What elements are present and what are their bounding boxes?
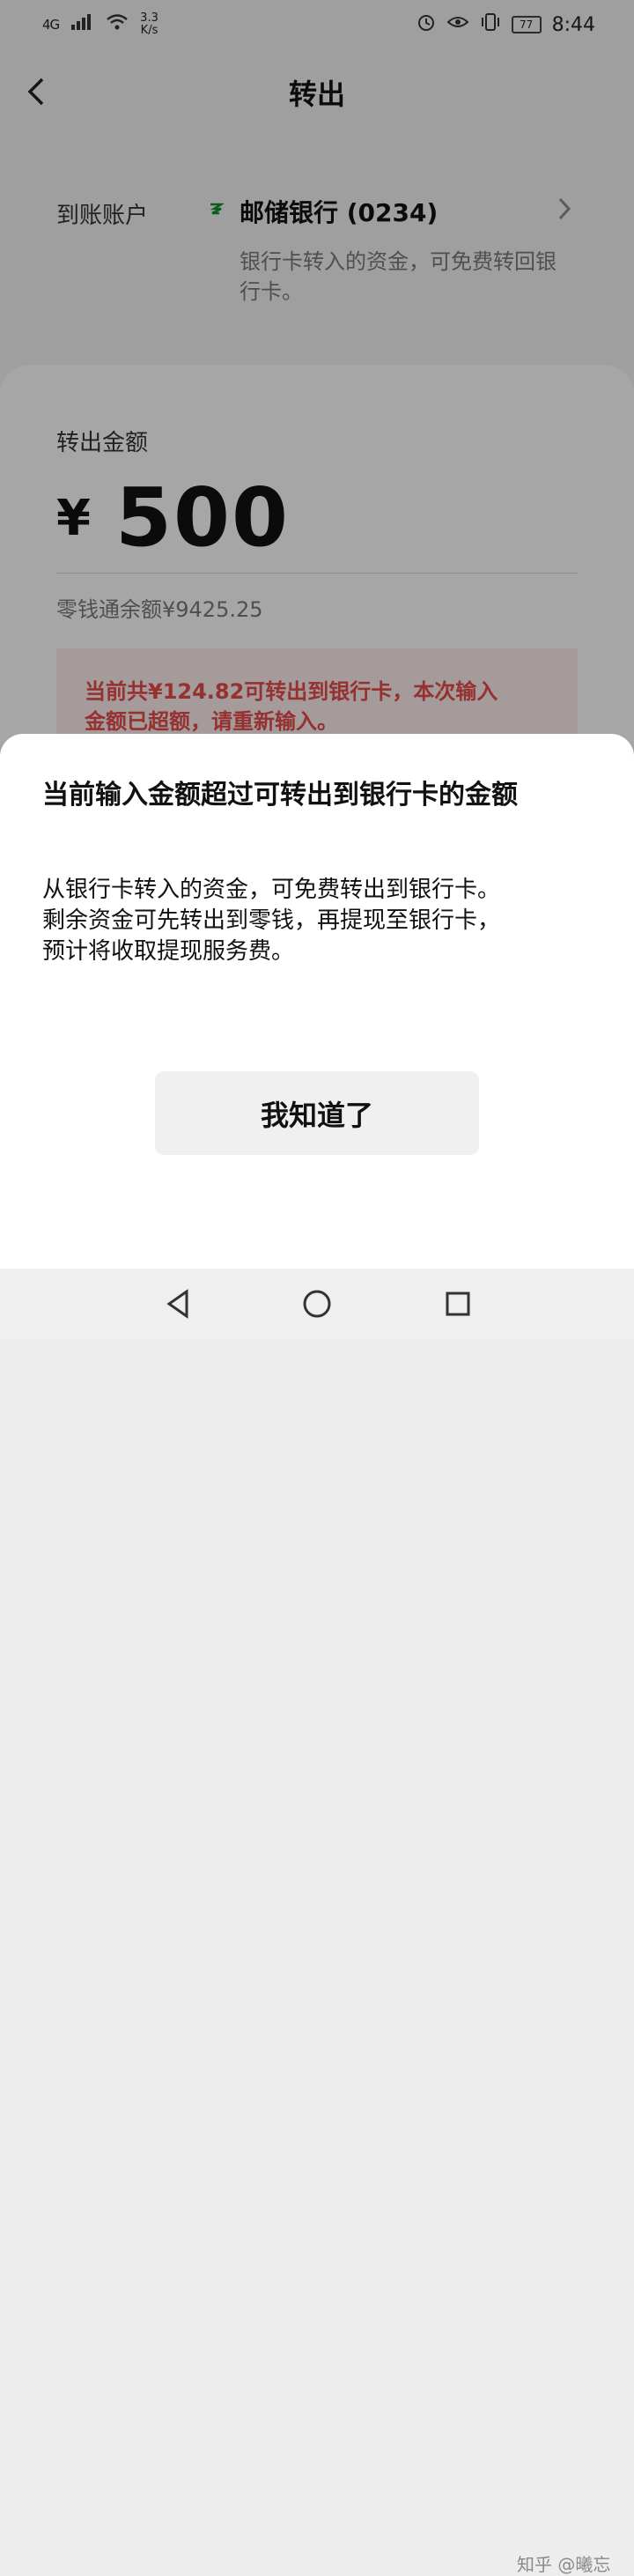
nav-recent-icon[interactable] <box>439 1284 477 1323</box>
nav-home-icon[interactable] <box>298 1284 336 1323</box>
watermark: 知乎 @曦忘 <box>517 2554 611 2575</box>
alert-dialog: 当前输入金额超过可转出到银行卡的金额 从银行卡转入的资金，可免费转出到银行卡。 … <box>0 734 634 1269</box>
dialog-line-1: 从银行卡转入的资金，可免费转出到银行卡。 <box>42 877 501 903</box>
dialog-message: 从银行卡转入的资金，可免费转出到银行卡。 剩余资金可先转出到零钱，再提现至银行卡… <box>42 875 592 967</box>
system-nav-bar: 知乎 @曦忘 <box>0 1269 634 2575</box>
dialog-line-3: 预计将收取提现服务费。 <box>42 938 295 965</box>
dialog-title: 当前输入金额超过可转出到银行卡的金额 <box>42 780 518 811</box>
nav-back-icon[interactable] <box>160 1284 199 1323</box>
acknowledge-button[interactable]: 我知道了 <box>155 1071 479 1155</box>
dialog-line-2: 剩余资金可先转出到零钱，再提现至银行卡， <box>42 907 501 934</box>
